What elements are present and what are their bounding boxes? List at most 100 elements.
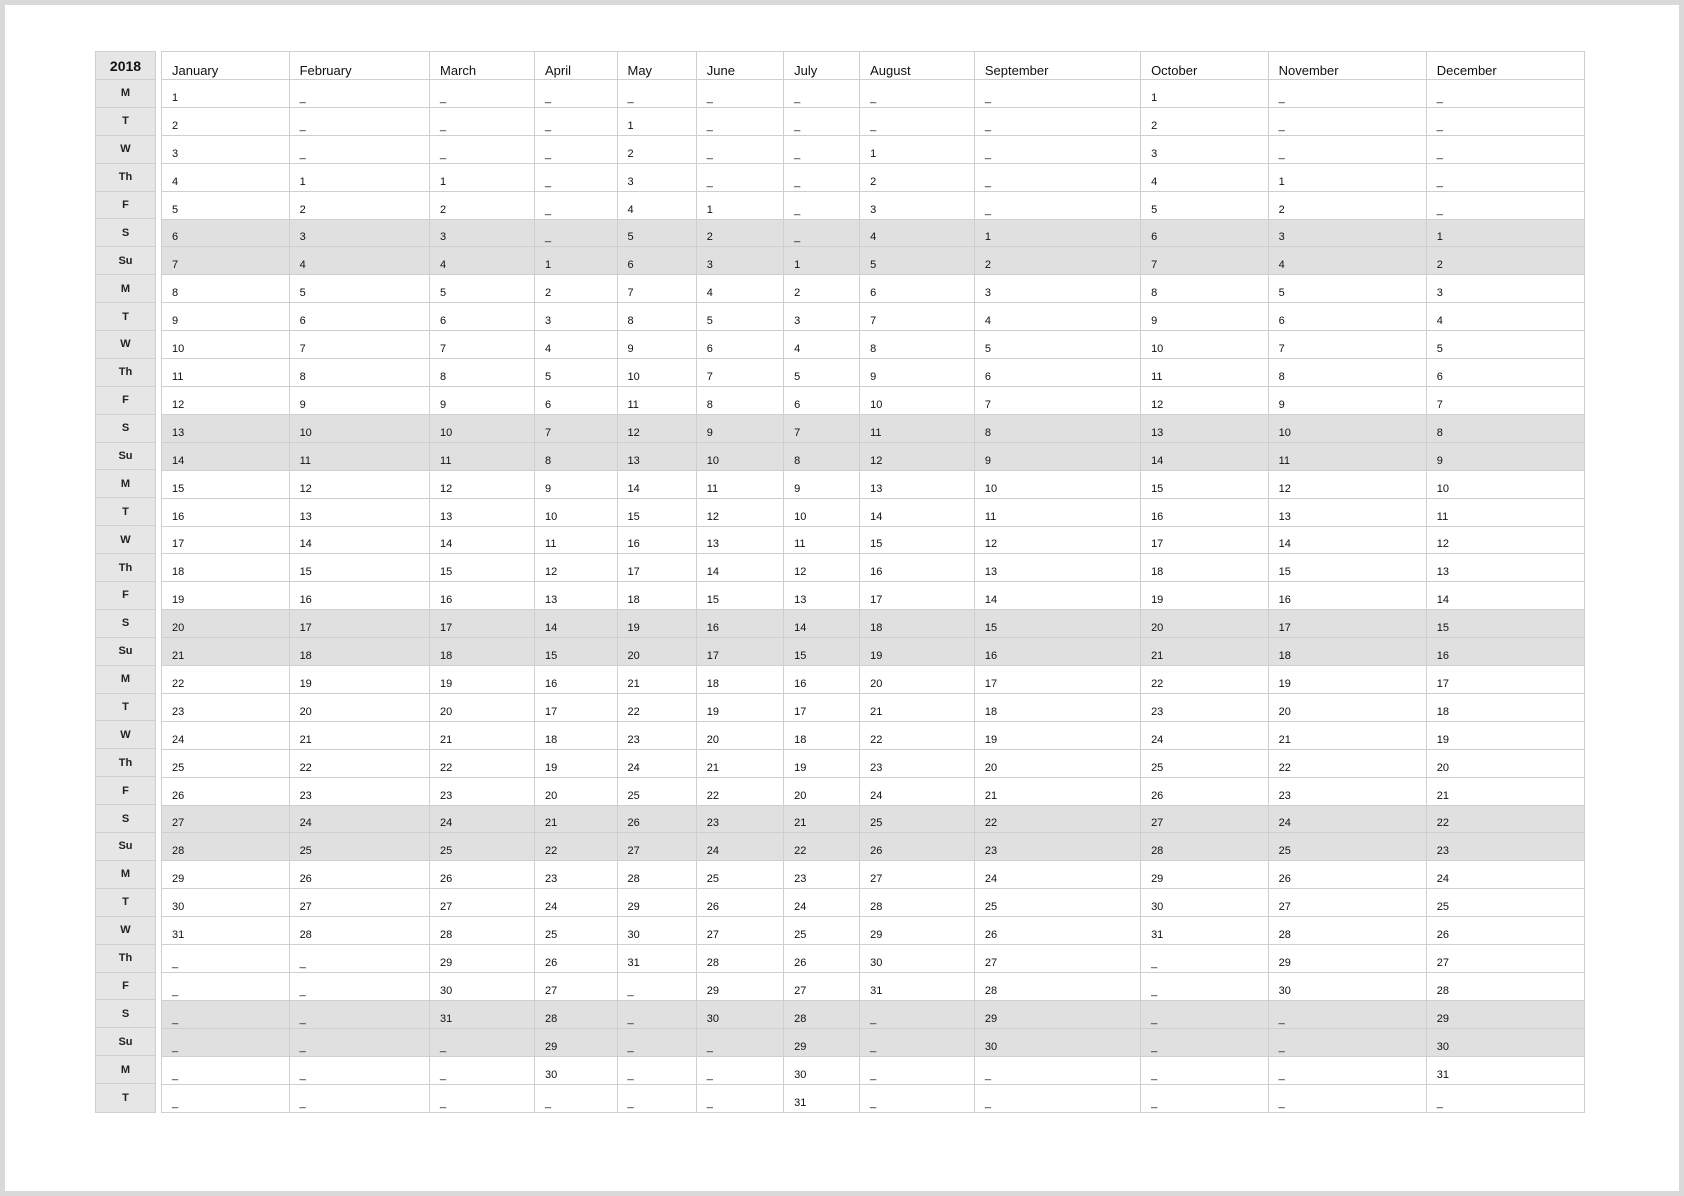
day-cell: 24	[1140, 720, 1269, 750]
day-cell: 18	[859, 609, 975, 639]
weekday-label: S	[96, 219, 155, 248]
day-cell: 10	[1140, 330, 1269, 360]
day-cell: 13	[1140, 413, 1269, 443]
week-day-row: 24 21 21 18 23 20 18 22 19 24 21 19	[161, 720, 1586, 750]
empty-day-cell: _	[695, 1027, 785, 1057]
empty-day-cell: _	[288, 999, 431, 1029]
day-cell: 2	[695, 218, 785, 248]
empty-day-cell: _	[161, 999, 290, 1029]
week-day-row: 31 28 28 25 30 27 25 29 26 31 28 26	[161, 916, 1586, 946]
day-cell: 2	[1140, 106, 1269, 136]
empty-day-cell: _	[1267, 106, 1427, 136]
day-cell: 7	[1425, 385, 1586, 415]
day-cell: 6	[534, 385, 618, 415]
day-cell: 29	[1425, 999, 1586, 1029]
day-cell: 21	[1267, 720, 1427, 750]
day-cell: 28	[783, 999, 861, 1029]
week-day-row: _ _ 30 27 _ 29 27 31 28 _ 30 28	[161, 972, 1586, 1001]
day-cell: 10	[1267, 413, 1427, 443]
day-cell: 8	[783, 441, 861, 471]
day-cell: 19	[161, 581, 290, 611]
weekday-label: S	[96, 1000, 155, 1029]
empty-day-cell: _	[534, 134, 618, 164]
weekday-label: W	[96, 331, 155, 359]
day-cell: 12	[1425, 525, 1586, 555]
day-cell: 17	[534, 692, 618, 722]
day-cell: 14	[1140, 441, 1269, 471]
day-cell: 14	[973, 581, 1142, 611]
week-day-row: 21 18 18 15 20 17 15 19 16 21 18 16	[161, 637, 1586, 667]
day-cell: 22	[288, 748, 431, 778]
day-cell: 12	[1140, 385, 1269, 415]
day-cell: 29	[616, 888, 697, 918]
day-cell: 1	[695, 190, 785, 220]
day-cell: 5	[695, 302, 785, 332]
empty-day-cell: _	[1425, 1083, 1586, 1114]
empty-day-cell: _	[1267, 1083, 1427, 1114]
empty-day-cell: _	[695, 162, 785, 192]
empty-day-cell: _	[1267, 134, 1427, 164]
day-cell: 26	[859, 832, 975, 862]
empty-day-cell: _	[161, 972, 290, 1001]
day-cell: 22	[616, 692, 697, 722]
day-cell: 5	[534, 358, 618, 387]
empty-day-cell: _	[534, 106, 618, 136]
day-cell: 17	[1425, 665, 1586, 694]
day-cell: 27	[1140, 804, 1269, 834]
empty-day-cell: _	[1267, 79, 1427, 108]
day-cell: 5	[859, 246, 975, 276]
day-cell: 12	[1267, 469, 1427, 499]
day-cell: 1	[288, 162, 431, 192]
day-cell: 6	[161, 218, 290, 248]
day-cell: 21	[161, 637, 290, 667]
day-cell: 25	[1267, 832, 1427, 862]
day-cell: 30	[783, 1055, 861, 1085]
day-cell: 5	[1267, 274, 1427, 304]
day-cell: 29	[161, 860, 290, 890]
empty-day-cell: _	[1425, 79, 1586, 108]
empty-day-cell: _	[695, 106, 785, 136]
day-cell: 24	[534, 888, 618, 918]
week-day-row: 855274263853	[161, 274, 1586, 304]
day-cell: 14	[859, 497, 975, 527]
empty-day-cell: _	[616, 999, 697, 1029]
day-cell: 10	[1425, 469, 1586, 499]
day-cell: 13	[534, 581, 618, 611]
day-cell: 12	[429, 469, 536, 499]
day-cell: 9	[1140, 302, 1269, 332]
day-cell: 4	[534, 330, 618, 360]
day-cell: 31	[783, 1083, 861, 1114]
day-cell: 2	[616, 134, 697, 164]
day-cell: 25	[429, 832, 536, 862]
day-cell: 26	[1425, 916, 1586, 946]
day-cell: 6	[783, 385, 861, 415]
week-day-row: 3 _ _ _ 2 _ _ 1 _ 3 _ _	[161, 134, 1586, 164]
day-cell: 25	[859, 804, 975, 834]
day-cell: 27	[1425, 944, 1586, 973]
day-cell: 9	[288, 385, 431, 415]
day-cell: 16	[859, 553, 975, 583]
day-cell: 24	[616, 748, 697, 778]
day-cell: 24	[1425, 860, 1586, 890]
empty-day-cell: _	[429, 1027, 536, 1057]
day-cell: 28	[429, 916, 536, 946]
weekday-label: M	[96, 275, 155, 304]
day-cell: 30	[1267, 972, 1427, 1001]
day-cell: 7	[616, 274, 697, 304]
weekday-label: W	[96, 721, 155, 750]
weekday-label: F	[96, 777, 155, 806]
day-cell: 14	[288, 525, 431, 555]
day-cell: 4	[1140, 162, 1269, 192]
day-cell: 6	[1140, 218, 1269, 248]
day-cell: 31	[1425, 1055, 1586, 1085]
day-cell: 20	[695, 720, 785, 750]
week-day-row: 16 13 13 10 15 12 10 14 11 16 13 11	[161, 497, 1586, 527]
day-cell: 28	[859, 888, 975, 918]
empty-day-cell: _	[1140, 1083, 1269, 1114]
day-cell: 23	[783, 860, 861, 890]
day-cell: 18	[1140, 553, 1269, 583]
day-cell: 24	[288, 804, 431, 834]
weekday-label: M	[96, 666, 155, 694]
day-cell: 3	[288, 218, 431, 248]
day-cell: 11	[534, 525, 618, 555]
